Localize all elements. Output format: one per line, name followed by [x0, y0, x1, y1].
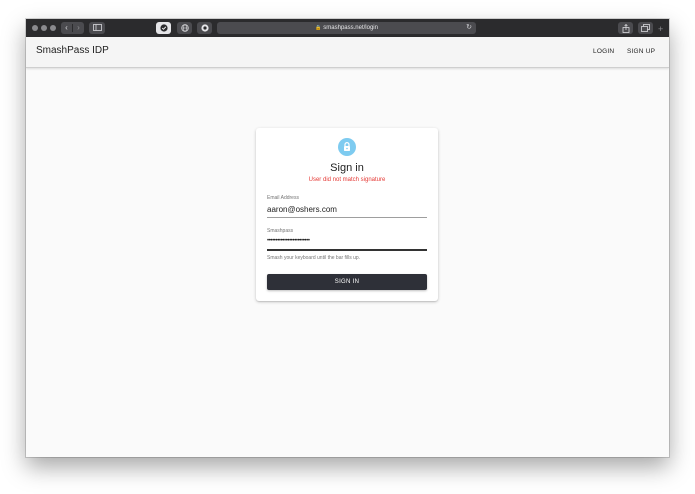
page-title: Sign in — [330, 162, 364, 174]
lock-icon — [344, 142, 350, 151]
extension-button-2[interactable] — [177, 22, 192, 34]
nav-login-link[interactable]: LOGIN — [593, 48, 614, 55]
shield-icon — [200, 24, 209, 32]
browser-toolbar: ‹ › 🔒 smashpass.net/login ↻ + — [26, 19, 669, 37]
email-underline — [267, 217, 427, 218]
share-icon — [622, 23, 629, 33]
address-url: smashpass.net/login — [323, 25, 378, 31]
smashpass-helper-text: Smash your keyboard until the bar fills … — [267, 255, 361, 261]
app-brand[interactable]: SmashPass IDP — [36, 45, 109, 56]
zoom-window-button[interactable] — [50, 25, 56, 31]
extension-button-3[interactable] — [197, 22, 212, 34]
tabs-button[interactable] — [638, 22, 653, 34]
close-window-button[interactable] — [32, 25, 38, 31]
address-bar[interactable]: 🔒 smashpass.net/login ↻ — [217, 22, 476, 34]
tabs-icon — [641, 24, 650, 32]
avatar — [338, 138, 356, 156]
extension-button-1[interactable] — [156, 22, 171, 34]
share-button[interactable] — [618, 22, 633, 34]
email-field[interactable]: aaron@oshers.com — [267, 205, 337, 214]
app-bar: SmashPass IDP LOGIN SIGN UP — [26, 37, 669, 68]
sign-in-button[interactable]: SIGN IN — [267, 274, 427, 290]
new-tab-icon[interactable]: + — [658, 25, 663, 34]
smashpass-label: Smashpass — [267, 228, 294, 234]
history-nav: ‹ › — [61, 22, 84, 34]
nav-signup-link[interactable]: SIGN UP — [627, 48, 655, 55]
email-label: Email Address — [267, 195, 299, 201]
browser-window: ‹ › 🔒 smashpass.net/login ↻ + SmashPass … — [26, 19, 669, 457]
sidebar-toggle-button[interactable] — [89, 22, 105, 34]
signin-card: Sign in User did not match signature Ema… — [256, 128, 438, 301]
lock-icon: 🔒 — [315, 25, 322, 31]
globe-icon — [180, 24, 189, 32]
checkmark-icon — [159, 24, 168, 32]
error-message: User did not match signature — [308, 177, 386, 183]
minimize-window-button[interactable] — [41, 25, 47, 31]
chevron-left-icon[interactable]: ‹ — [61, 22, 72, 34]
smashpass-field[interactable]: ••••••••••••••••••••••••• — [267, 238, 310, 244]
reload-icon[interactable]: ↻ — [466, 22, 472, 34]
smashpass-progress-bar — [267, 249, 427, 251]
sidebar-icon — [92, 24, 102, 31]
chevron-right-icon[interactable]: › — [73, 22, 84, 34]
